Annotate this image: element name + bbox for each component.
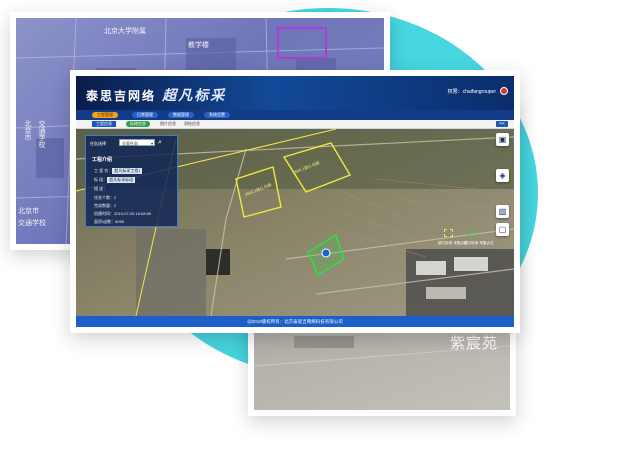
tab-demolition-info[interactable]: 拆除信息 bbox=[126, 121, 150, 127]
nav-settings[interactable]: 系统设置 bbox=[204, 112, 230, 118]
nav-daily[interactable]: 日常管理 bbox=[132, 112, 158, 118]
map-label: 交通学校 bbox=[38, 120, 45, 148]
chevron-down-icon: ▾ bbox=[150, 141, 153, 146]
map-label: 北京大学附属 bbox=[104, 28, 146, 35]
nav-project[interactable]: 工程管理 bbox=[92, 112, 118, 118]
info-row-done-count: 完成数量：2 bbox=[94, 203, 117, 208]
layers-icon[interactable]: ▣ bbox=[496, 133, 509, 146]
user-avatar-icon[interactable] bbox=[500, 87, 508, 95]
map-label: 北京市 bbox=[24, 120, 31, 141]
map-view[interactable]: 2566.1亩(1.9)亩 2566.1亩(1.9)亩 超凡标采 采集点位 超凡… bbox=[76, 129, 514, 316]
logo-company: 泰思吉网络 bbox=[86, 89, 157, 103]
info-row-section: 标 段： 超凡标采标段 bbox=[94, 177, 136, 183]
app-logo: 泰思吉网络 超凡标采 bbox=[86, 85, 226, 105]
app-window: 泰思吉网络 超凡标采 权限：chaifangrouper 工程管理 日常管理 数… bbox=[76, 76, 514, 327]
map-label: 交通学校 bbox=[18, 220, 46, 227]
info-row-name: 工 程 名： 超凡标采工程1 bbox=[94, 168, 143, 174]
map-label: 教学楼 bbox=[188, 42, 209, 49]
stack-icon[interactable]: ◈ bbox=[496, 169, 509, 182]
legend-label: 超凡标采 采集点位 bbox=[464, 241, 494, 245]
collapse-button[interactable]: << bbox=[496, 121, 508, 127]
task-filter-select[interactable]: 全面任务 ▾ bbox=[119, 139, 155, 146]
tab-image-info[interactable]: 图片信息 bbox=[160, 121, 176, 127]
image-icon[interactable]: ▨ bbox=[496, 205, 509, 218]
app-header: 泰思吉网络 超凡标采 权限：chaifangrouper bbox=[76, 76, 514, 110]
search-icon[interactable]: ⌕ bbox=[158, 139, 162, 146]
task-filter-value: 全面任务 bbox=[122, 141, 138, 146]
tab-survey-info[interactable]: 测绘信息 bbox=[184, 121, 200, 127]
logo-brand: 超凡标采 bbox=[162, 88, 227, 104]
project-info-panel: 任务选择 全面任务 ▾ ⌕ 工程介绍 工 程 名： 超凡标采工程1 标 段： 超凡标… bbox=[85, 135, 178, 227]
legend-marker-yellow bbox=[444, 229, 453, 237]
map-label: 北京市 bbox=[18, 208, 39, 215]
tab-project-info[interactable]: 工程信息 bbox=[92, 121, 116, 127]
tab-bar: 工程信息 拆除信息 图片信息 测绘信息 << bbox=[76, 120, 514, 129]
community-watermark: 紫宸苑 bbox=[450, 335, 499, 352]
info-row-desc: 描 述： bbox=[94, 186, 108, 191]
info-row-created: 创建时间：2019-07-05 16:08:06 bbox=[94, 211, 152, 216]
nav-data[interactable]: 数据管理 bbox=[168, 112, 194, 118]
main-nav: 工程管理 日常管理 数据管理 系统设置 bbox=[76, 110, 514, 120]
task-filter-label: 任务选择 bbox=[90, 141, 106, 146]
app-footer: @2019版权所有：北京泰思吉网络科技有限公司 bbox=[76, 316, 514, 327]
info-row-area: 面积/亩数：5055 bbox=[94, 219, 125, 224]
info-row-task-count: 任务个数：2 bbox=[94, 195, 117, 200]
user-label: 权限：chaifangrouper bbox=[447, 89, 496, 95]
legend-marker-green bbox=[468, 229, 477, 237]
panel-title: 工程介绍 bbox=[92, 157, 113, 163]
fullscreen-icon[interactable]: ▢ bbox=[496, 223, 509, 236]
main-app-card: 泰思吉网络 超凡标采 权限：chaifangrouper 工程管理 日常管理 数… bbox=[70, 70, 520, 333]
